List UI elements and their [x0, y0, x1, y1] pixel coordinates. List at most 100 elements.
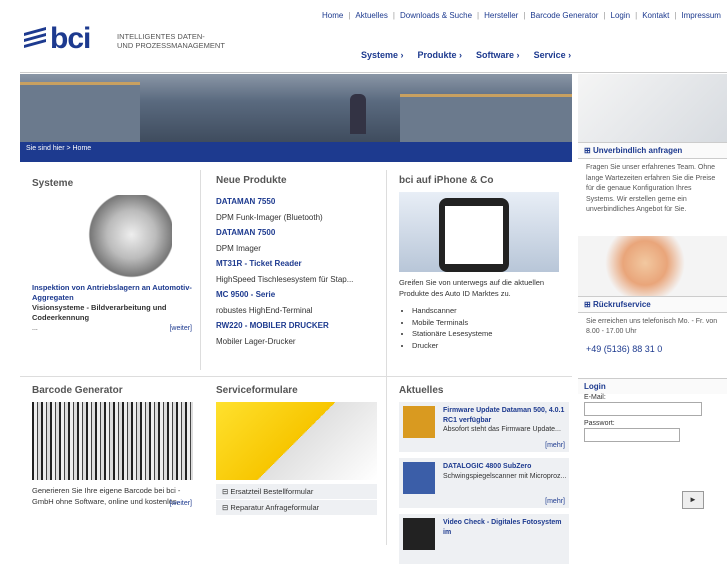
barcode-image [32, 402, 193, 480]
device-list-item: Stationäre Lesesysteme [412, 328, 569, 340]
plus-icon: ⊞ [584, 146, 593, 155]
news-text: Absofort steht das Firmware Update... [443, 426, 561, 433]
section-title: bci auf iPhone & Co [399, 175, 494, 186]
barcode-text: Generieren Sie Ihre eigene Barcode bei b… [32, 486, 181, 506]
nav-separator: | [348, 11, 351, 20]
nav-separator: | [392, 11, 395, 20]
password-label: Passwort: [584, 419, 615, 427]
neue-produkte-section: Neue Produkte DATAMAN 7550 DPM Funk-Image… [216, 175, 381, 349]
product-item: MC 9500 - Serie robustes HighEnd-Terminal [216, 287, 381, 318]
device-list-item: Handscanner [412, 305, 569, 317]
nav-software[interactable]: Software › [476, 50, 520, 60]
service-section: Serviceformulare ⊟ Ersatzteil Bestellfor… [216, 385, 377, 516]
news-title[interactable]: DATALOGIC 4800 SubZero [443, 462, 569, 472]
topnav-link[interactable]: Kontakt [642, 11, 669, 20]
mehr-link[interactable]: [mehr] [545, 497, 565, 507]
phone-number: +49 (5136) 88 31 0 [586, 343, 663, 354]
product-link[interactable]: MT31R - Ticket Reader [216, 259, 302, 268]
iphone-text: Greifen Sie von unterwegs auf die aktuel… [399, 278, 545, 298]
device-list-item: Drucker [412, 340, 569, 352]
password-field[interactable] [584, 427, 680, 442]
topnav-link[interactable]: Barcode Generator [530, 11, 598, 20]
systeme-section: Systeme Inspektion von Antriebslagern an… [32, 178, 192, 332]
news-item: Firmware Update Dataman 500, 4.0.1 RC1 v… [399, 402, 569, 452]
iphone-section: bci auf iPhone & Co Greifen Sie von unte… [399, 175, 569, 351]
section-title: Aktuelles [399, 385, 444, 396]
rueckruf-text: Sie erreichen uns telefonisch Mo. - Fr. … [586, 317, 718, 336]
service-form-link[interactable]: ⊟ Ersatzteil Bestellformular [216, 484, 377, 500]
product-link[interactable]: DATAMAN 7550 [216, 197, 275, 206]
news-thumbnail [403, 406, 435, 438]
weiter-link[interactable]: [weiter] [169, 325, 192, 332]
device-list-item: Mobile Terminals [412, 317, 569, 329]
login-heading: Login [578, 377, 727, 394]
iphone-image [399, 192, 559, 272]
news-thumbnail [403, 518, 435, 550]
product-link[interactable]: MC 9500 - Serie [216, 290, 275, 299]
product-item: DATAMAN 7550 DPM Funk-Imager (Bluetooth) [216, 194, 381, 225]
logo-text: bci [50, 22, 91, 55]
breadcrumb: Sie sind hier > Home [20, 142, 572, 156]
nav-produkte[interactable]: Produkte › [418, 50, 463, 60]
product-link[interactable]: RW220 - MOBILER DRUCKER [216, 321, 329, 330]
topnav-link[interactable]: Downloads & Suche [400, 11, 472, 20]
main-navigation: Systeme › Produkte › Software › Service … [361, 50, 571, 60]
nav-separator: | [674, 11, 677, 20]
divider [20, 376, 572, 377]
nav-separator: | [635, 11, 638, 20]
product-item: RW220 - MOBILER DRUCKER Mobiler Lager-Dru… [216, 318, 381, 349]
plus-icon: ⊞ [584, 299, 593, 309]
logo-stripes-icon [24, 27, 46, 48]
systeme-sub: Visionsysteme - Bildverarbeitung und Cod… [32, 303, 167, 322]
topnav-link[interactable]: Aktuelles [355, 11, 387, 20]
nav-separator: | [523, 11, 526, 20]
starter-motor-image [82, 195, 172, 283]
news-title[interactable]: Video Check - Digitales Fotosystem im [443, 518, 569, 537]
aktuelles-section: Aktuelles Firmware Update Dataman 500, 4… [399, 385, 569, 570]
nav-service[interactable]: Service › [534, 50, 572, 60]
divider [200, 170, 201, 370]
anfragen-text: Fragen Sie unser erfahrenes Team. Ohne l… [586, 164, 716, 213]
email-field[interactable] [584, 401, 702, 416]
topnav-link[interactable]: Home [322, 11, 343, 20]
section-title: Barcode Generator [32, 385, 123, 396]
section-title: Serviceformulare [216, 385, 298, 396]
news-thumbnail [403, 462, 435, 494]
topnav-link[interactable]: Impressum [681, 11, 721, 20]
mehr-link[interactable]: [mehr] [545, 441, 565, 451]
product-link[interactable]: DATAMAN 7500 [216, 228, 275, 237]
hero-image [20, 74, 572, 142]
topnav-link[interactable]: Login [611, 11, 631, 20]
product-desc: robustes HighEnd-Terminal [216, 305, 313, 315]
login-submit-button[interactable]: ► [682, 491, 704, 509]
systeme-link[interactable]: Inspektion von Antriebslagern an Automot… [32, 283, 192, 303]
news-title[interactable]: Firmware Update Dataman 500, 4.0.1 RC1 v… [443, 406, 569, 425]
device-list: HandscannerMobile TerminalsStationäre Le… [399, 305, 569, 351]
callcenter-image [578, 235, 727, 296]
product-desc: DPM Imager [216, 243, 261, 253]
tagline: INTELLIGENTES DATEN- UND PROZESSMANAGEMEN… [117, 32, 225, 50]
barcode-section: Barcode Generator Generieren Sie Ihre ei… [32, 385, 193, 507]
service-form-link[interactable]: ⊟ Reparatur Anfrageformular [216, 500, 377, 516]
hand-laptop-image [578, 74, 727, 142]
product-item: MT31R - Ticket Reader HighSpeed Tischlese… [216, 256, 381, 287]
puzzle-image [216, 402, 377, 480]
product-desc: HighSpeed Tischlesesystem für Stap... [216, 274, 354, 284]
bci-logo[interactable]: bci [22, 22, 91, 56]
sidebar: ⊞ Unverbindlich anfragen Fragen Sie unse… [578, 142, 727, 446]
section-title: Systeme [32, 178, 74, 189]
nav-systeme[interactable]: Systeme › [361, 50, 404, 60]
product-item: DATAMAN 7500 DPM Imager [216, 225, 381, 256]
divider [386, 170, 387, 545]
news-item: DATALOGIC 4800 SubZero Schwingspiegelscan… [399, 458, 569, 508]
rueckruf-heading[interactable]: ⊞ Rückrufservice [578, 295, 727, 313]
top-navigation: Home | Aktuelles | Downloads & Suche | Herstel… [322, 11, 721, 20]
product-desc: DPM Funk-Imager (Bluetooth) [216, 212, 323, 222]
weiter-link[interactable]: [weiter] [169, 500, 192, 507]
topnav-link[interactable]: Hersteller [484, 11, 518, 20]
ellipsis: ... [32, 325, 38, 332]
anfragen-heading[interactable]: ⊞ Unverbindlich anfragen [578, 142, 727, 159]
nav-separator: | [477, 11, 480, 20]
product-desc: Mobiler Lager-Drucker [216, 336, 296, 346]
news-text: Schwingspiegelscanner mit Microproz... [443, 472, 567, 480]
